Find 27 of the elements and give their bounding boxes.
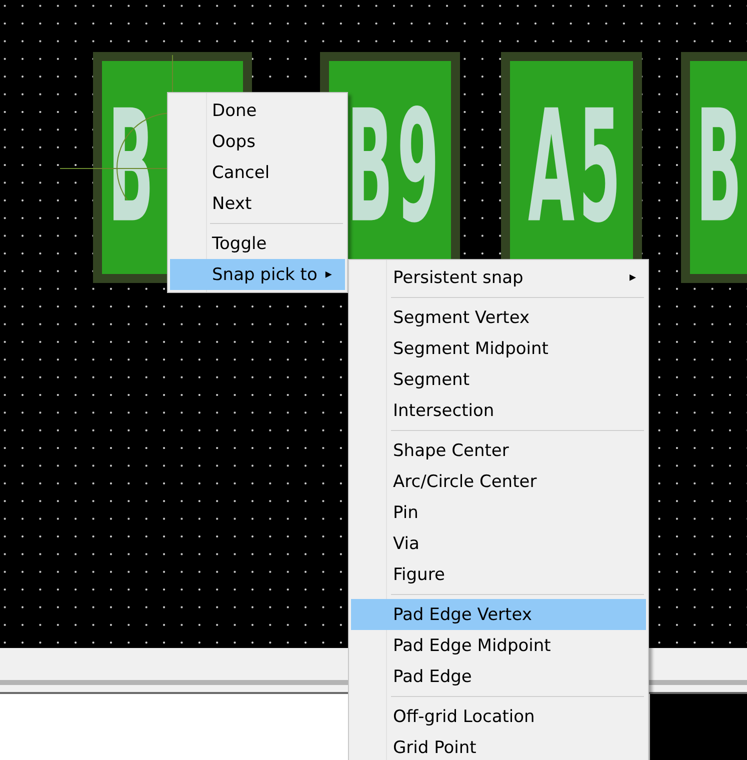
menu-item[interactable]: Next [170, 188, 345, 219]
pad-label: A5 [528, 90, 625, 245]
menu-item[interactable]: Segment Vertex [351, 302, 646, 333]
menu-item[interactable]: Cancel [170, 157, 345, 188]
submenu-item[interactable]: Persistent snap ▸ [351, 262, 646, 293]
menu-item[interactable]: Done [170, 95, 345, 126]
menu-item[interactable]: Intersection [351, 395, 646, 426]
submenu-item[interactable]: Snap pick to ▸ [170, 259, 345, 290]
pad-label: B [696, 90, 742, 245]
menu-item[interactable]: Oops [170, 126, 345, 157]
submenu-arrow-icon: ▸ [325, 267, 332, 282]
pad-label: B9 [347, 90, 444, 245]
menu-item[interactable]: Arc/Circle Center [351, 466, 646, 497]
menu-item[interactable]: Pad Edge [351, 661, 646, 692]
menu-item[interactable]: Pad Edge Vertex [351, 599, 646, 630]
menu-item[interactable]: Toggle [170, 228, 345, 259]
menu-item[interactable]: Via [351, 528, 646, 559]
menu-item[interactable]: Segment [351, 364, 646, 395]
menu-item[interactable]: Grid Point [351, 732, 646, 760]
menu-item[interactable]: Segment Midpoint [351, 333, 646, 364]
menu-item[interactable]: Shape Center [351, 435, 646, 466]
menu-item[interactable]: Pad Edge Midpoint [351, 630, 646, 661]
submenu-arrow-icon: ▸ [629, 270, 636, 285]
menu-item[interactable]: Off-grid Location [351, 701, 646, 732]
menu-item[interactable]: Pin [351, 497, 646, 528]
menu-item[interactable]: Figure [351, 559, 646, 590]
pad-label: B [108, 90, 158, 245]
